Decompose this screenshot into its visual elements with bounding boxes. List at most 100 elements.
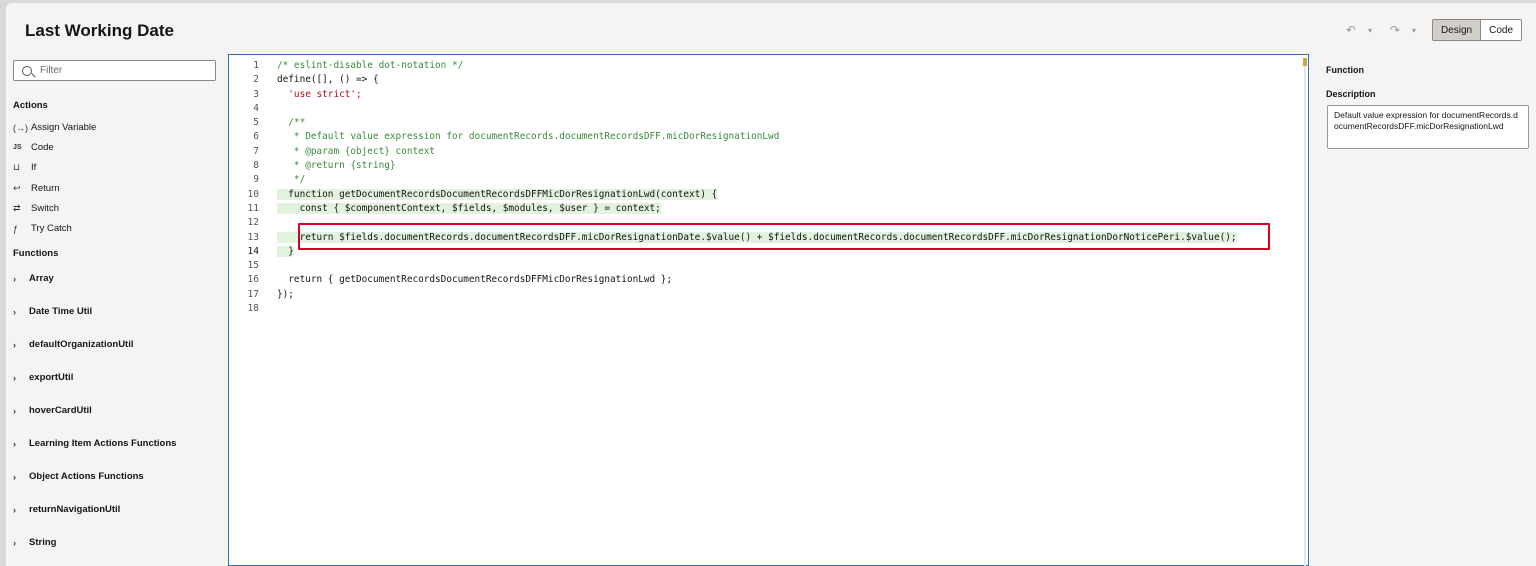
description-field[interactable]: Default value expression for documentRec… [1327, 105, 1529, 149]
function-group-string[interactable]: › String [13, 537, 56, 548]
line-number: 13 [247, 231, 259, 243]
line-number: 8 [253, 160, 259, 172]
line-number: 7 [253, 145, 259, 157]
function-group-label: Date Time Util [29, 306, 93, 317]
line-number: 1 [253, 60, 259, 71]
function-group-hover-card-util[interactable]: › hoverCardUtil [13, 405, 92, 416]
action-assign-variable[interactable]: (→) Assign Variable [13, 122, 96, 133]
chevron-right-icon: › [13, 537, 16, 548]
code-line-highlight: const { $componentContext, $fields, $mod… [277, 202, 661, 214]
function-group-date-time-util[interactable]: › Date Time Util [13, 306, 92, 317]
actions-heading: Actions [13, 100, 48, 111]
line-number: 12 [247, 217, 259, 229]
function-group-label: defaultOrganizationUtil [29, 339, 134, 350]
filter-input[interactable] [40, 65, 200, 76]
code-line: function getDocumentRecordsDocumentRecor… [277, 188, 1297, 202]
properties-heading: Function [1326, 65, 1364, 75]
code-line: define([], () => { [277, 74, 379, 86]
line-number-current: 14 [247, 245, 259, 257]
undo-dropdown-icon[interactable]: ▾ [1364, 20, 1376, 40]
code-line: * Default value expression for documentR… [277, 131, 780, 143]
code-line-highlight: return $fields.documentRecords.documentR… [277, 231, 1237, 243]
function-group-label: returnNavigationUtil [29, 504, 121, 515]
code-line: }); [277, 288, 294, 300]
line-number: 5 [253, 117, 259, 129]
action-code[interactable]: JS Code [13, 142, 54, 153]
line-number: 2 [253, 74, 259, 86]
action-label: If [31, 162, 37, 173]
chevron-right-icon: › [13, 306, 16, 317]
function-group-label: Object Actions Functions [29, 471, 144, 482]
functions-heading: Functions [13, 248, 59, 259]
switch-icon: ⇄ [13, 203, 21, 213]
line-number: 4 [253, 102, 259, 114]
filter-field[interactable] [13, 60, 216, 81]
function-group-return-navigation-util[interactable]: › returnNavigationUtil [13, 504, 120, 515]
assign-variable-icon: (→) [13, 122, 28, 133]
action-switch[interactable]: ⇄ Switch [13, 203, 59, 214]
design-button[interactable]: Design [1432, 20, 1481, 40]
function-group-label: Array [29, 273, 54, 284]
code-line: /* eslint-disable dot-notation */ [277, 60, 464, 71]
action-return[interactable]: ↩ Return [13, 183, 60, 194]
description-label: Description [1326, 89, 1376, 99]
line-number: 15 [247, 260, 259, 272]
action-label: Return [31, 183, 60, 194]
code-line: */ [277, 174, 306, 186]
action-try-catch[interactable]: ƒ Try Catch [13, 223, 72, 234]
action-label: Try Catch [31, 223, 72, 234]
chevron-right-icon: › [13, 438, 16, 449]
chevron-right-icon: › [13, 405, 16, 416]
code-line: /** [277, 117, 306, 129]
redo-dropdown-icon[interactable]: ▾ [1408, 20, 1420, 40]
redo-icon[interactable]: ↷ [1386, 20, 1404, 40]
if-branch-icon: ⊔ [13, 162, 21, 172]
line-number-gutter: 1 2 3 4 5 6 7 8 9 10 11 12 13 14 15 16 1… [229, 59, 259, 316]
function-group-object-actions[interactable]: › Object Actions Functions [13, 471, 144, 482]
action-label: Assign Variable [31, 122, 97, 133]
function-group-export-util[interactable]: › exportUtil [13, 372, 73, 383]
scrollbar-marker [1303, 58, 1307, 66]
code-line: const { $componentContext, $fields, $mod… [277, 202, 1297, 216]
code-line-highlight: } [277, 245, 294, 257]
code-lines[interactable]: /* eslint-disable dot-notation */ define… [277, 59, 1297, 316]
left-panel: Actions (→) Assign Variable JS Code ⊔ If… [13, 60, 217, 560]
properties-panel: Function Description Default value expre… [1320, 58, 1530, 566]
search-icon [22, 65, 32, 76]
chevron-right-icon: › [13, 273, 16, 284]
line-number: 11 [247, 202, 259, 214]
line-number: 6 [253, 131, 259, 143]
code-line-highlight: function getDocumentRecordsDocumentRecor… [277, 188, 718, 200]
js-code-icon: JS [13, 144, 22, 151]
code-line: return $fields.documentRecords.documentR… [277, 231, 1297, 245]
try-catch-icon: ƒ [13, 223, 19, 234]
function-group-label: hoverCardUtil [29, 405, 92, 416]
function-group-learning-item-actions[interactable]: › Learning Item Actions Functions [13, 438, 176, 449]
code-line: 'use strict'; [277, 88, 362, 100]
action-label: Switch [31, 203, 59, 214]
code-editor[interactable]: 1 2 3 4 5 6 7 8 9 10 11 12 13 14 15 16 1… [228, 54, 1309, 566]
code-line: * @return {string} [277, 160, 396, 172]
view-toggle: Design Code [1431, 19, 1522, 41]
function-group-default-organization-util[interactable]: › defaultOrganizationUtil [13, 339, 134, 350]
line-number: 9 [253, 174, 259, 186]
code-button[interactable]: Code [1480, 20, 1521, 40]
return-icon: ↩ [13, 183, 21, 193]
scrollbar[interactable] [1304, 66, 1306, 566]
code-line: * @param {object} context [277, 145, 436, 157]
line-number: 17 [247, 288, 259, 300]
line-number: 18 [247, 303, 259, 315]
chevron-right-icon: › [13, 471, 16, 482]
function-group-label: Learning Item Actions Functions [29, 438, 177, 449]
code-line: return { getDocumentRecordsDocumentRecor… [277, 274, 673, 286]
chevron-right-icon: › [13, 339, 16, 350]
function-group-array[interactable]: › Array [13, 273, 54, 284]
line-number: 16 [247, 274, 259, 286]
undo-icon[interactable]: ↶ [1342, 20, 1360, 40]
line-number: 10 [247, 188, 259, 200]
action-if[interactable]: ⊔ If [13, 162, 36, 173]
